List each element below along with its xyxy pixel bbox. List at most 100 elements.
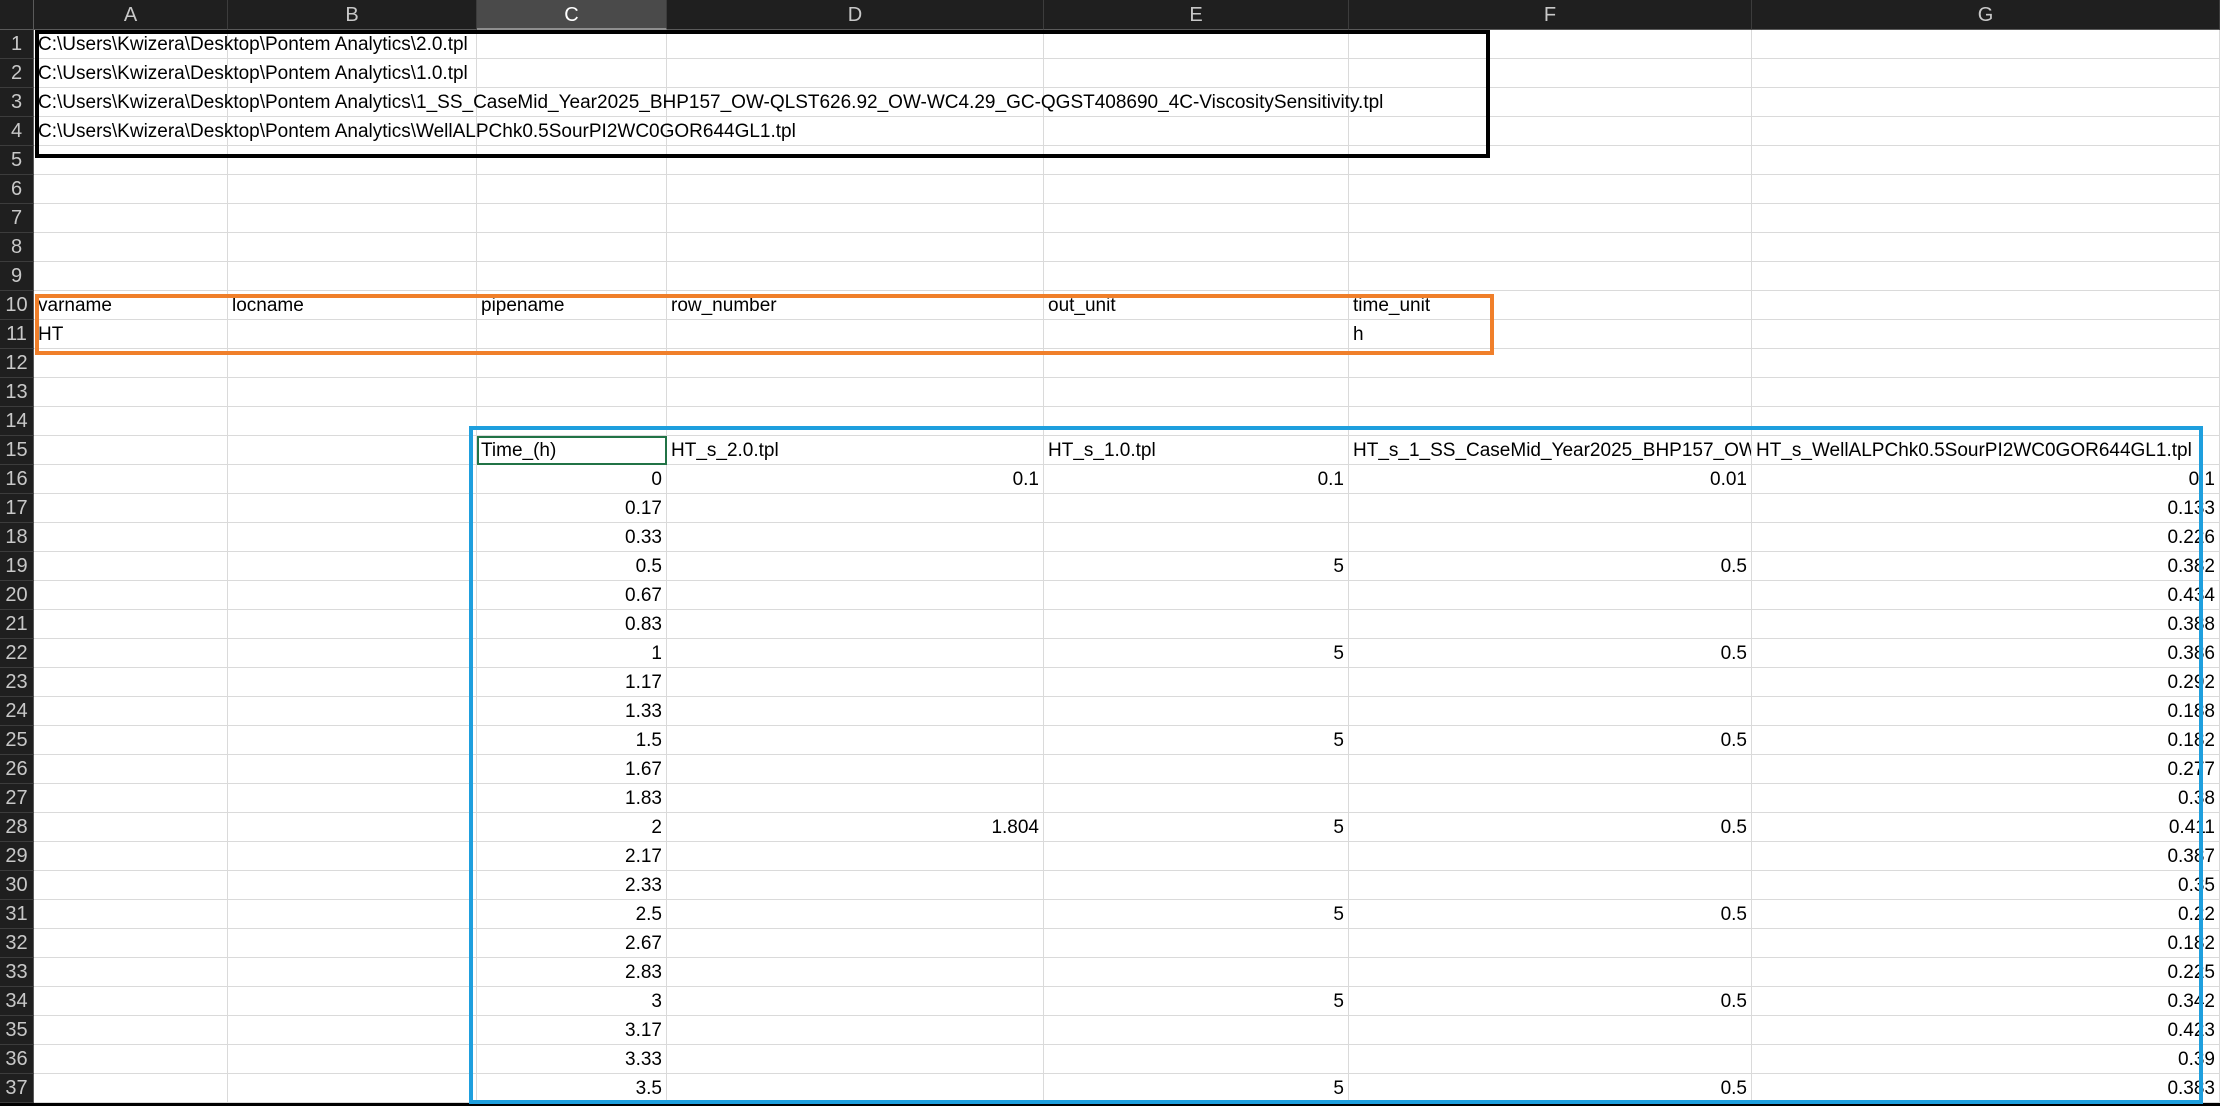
row-header-5[interactable]: 5: [0, 146, 34, 175]
cell-a36[interactable]: [34, 1045, 228, 1074]
cell-a10[interactable]: varname: [34, 291, 228, 320]
cell-c28[interactable]: 2: [477, 813, 667, 842]
row-header-23[interactable]: 23: [0, 668, 34, 697]
cell-e5[interactable]: [1044, 146, 1349, 175]
cell-d34[interactable]: [667, 987, 1044, 1016]
cell-e14[interactable]: [1044, 407, 1349, 436]
cell-f33[interactable]: [1349, 958, 1752, 987]
cell-c2[interactable]: [477, 59, 667, 88]
cell-g11[interactable]: [1752, 320, 2220, 349]
cell-g8[interactable]: [1752, 233, 2220, 262]
cell-a25[interactable]: [34, 726, 228, 755]
cell-b9[interactable]: [228, 262, 477, 291]
cell-a35[interactable]: [34, 1016, 228, 1045]
cell-c19[interactable]: 0.5: [477, 552, 667, 581]
row-header-4[interactable]: 4: [0, 117, 34, 146]
cell-g17[interactable]: 0.133: [1752, 494, 2220, 523]
cell-g15[interactable]: HT_s_WellALPChk0.5SourPI2WC0GOR644GL1.tp…: [1752, 436, 2220, 465]
cell-f14[interactable]: [1349, 407, 1752, 436]
cell-c33[interactable]: 2.83: [477, 958, 667, 987]
cell-e2[interactable]: [1044, 59, 1349, 88]
cell-d12[interactable]: [667, 349, 1044, 378]
cell-f9[interactable]: [1349, 262, 1752, 291]
cell-g25[interactable]: 0.182: [1752, 726, 2220, 755]
cell-g37[interactable]: 0.383: [1752, 1074, 2220, 1103]
cell-d24[interactable]: [667, 697, 1044, 726]
cell-g1[interactable]: [1752, 30, 2220, 59]
cell-b15[interactable]: [228, 436, 477, 465]
cell-f29[interactable]: [1349, 842, 1752, 871]
cell-a31[interactable]: [34, 900, 228, 929]
row-header-28[interactable]: 28: [0, 813, 34, 842]
column-header-c[interactable]: C: [477, 0, 667, 30]
row-header-33[interactable]: 33: [0, 958, 34, 987]
cell-b5[interactable]: [228, 146, 477, 175]
cell-f28[interactable]: 0.5: [1349, 813, 1752, 842]
cell-g29[interactable]: 0.387: [1752, 842, 2220, 871]
cell-c6[interactable]: [477, 175, 667, 204]
cell-a8[interactable]: [34, 233, 228, 262]
cell-e16[interactable]: 0.1: [1044, 465, 1349, 494]
cell-b16[interactable]: [228, 465, 477, 494]
cell-b37[interactable]: [228, 1074, 477, 1103]
row-header-25[interactable]: 25: [0, 726, 34, 755]
cell-d15[interactable]: HT_s_2.0.tpl: [667, 436, 1044, 465]
cell-e27[interactable]: [1044, 784, 1349, 813]
row-header-2[interactable]: 2: [0, 59, 34, 88]
cell-g2[interactable]: [1752, 59, 2220, 88]
cell-a27[interactable]: [34, 784, 228, 813]
cell-e32[interactable]: [1044, 929, 1349, 958]
cell-g3[interactable]: [1752, 88, 2220, 117]
cell-c29[interactable]: 2.17: [477, 842, 667, 871]
cell-d2[interactable]: [667, 59, 1044, 88]
cell-d28[interactable]: 1.804: [667, 813, 1044, 842]
cell-d23[interactable]: [667, 668, 1044, 697]
cell-c11[interactable]: [477, 320, 667, 349]
column-header-d[interactable]: D: [667, 0, 1044, 30]
cell-e18[interactable]: [1044, 523, 1349, 552]
row-header-24[interactable]: 24: [0, 697, 34, 726]
row-header-16[interactable]: 16: [0, 465, 34, 494]
cell-g34[interactable]: 0.342: [1752, 987, 2220, 1016]
row-header-18[interactable]: 18: [0, 523, 34, 552]
cell-a17[interactable]: [34, 494, 228, 523]
cell-f35[interactable]: [1349, 1016, 1752, 1045]
cell-f6[interactable]: [1349, 175, 1752, 204]
cell-b21[interactable]: [228, 610, 477, 639]
cell-c37[interactable]: 3.5: [477, 1074, 667, 1103]
cell-f5[interactable]: [1349, 146, 1752, 175]
cell-c9[interactable]: [477, 262, 667, 291]
row-header-37[interactable]: 37: [0, 1074, 34, 1103]
column-header-a[interactable]: A: [34, 0, 228, 30]
cell-d9[interactable]: [667, 262, 1044, 291]
cell-g21[interactable]: 0.388: [1752, 610, 2220, 639]
cell-g13[interactable]: [1752, 378, 2220, 407]
cell-c35[interactable]: 3.17: [477, 1016, 667, 1045]
cell-c10[interactable]: pipename: [477, 291, 667, 320]
cell-c14[interactable]: [477, 407, 667, 436]
cell-c26[interactable]: 1.67: [477, 755, 667, 784]
cell-a19[interactable]: [34, 552, 228, 581]
cell-c23[interactable]: 1.17: [477, 668, 667, 697]
cell-d27[interactable]: [667, 784, 1044, 813]
row-header-12[interactable]: 12: [0, 349, 34, 378]
cell-g6[interactable]: [1752, 175, 2220, 204]
cell-c36[interactable]: 3.33: [477, 1045, 667, 1074]
cell-g4[interactable]: [1752, 117, 2220, 146]
cell-g33[interactable]: 0.225: [1752, 958, 2220, 987]
row-header-19[interactable]: 19: [0, 552, 34, 581]
cell-a16[interactable]: [34, 465, 228, 494]
cell-a29[interactable]: [34, 842, 228, 871]
cell-c22[interactable]: 1: [477, 639, 667, 668]
cell-f7[interactable]: [1349, 204, 1752, 233]
cell-d32[interactable]: [667, 929, 1044, 958]
cell-d8[interactable]: [667, 233, 1044, 262]
cell-b33[interactable]: [228, 958, 477, 987]
cell-b22[interactable]: [228, 639, 477, 668]
cell-c21[interactable]: 0.83: [477, 610, 667, 639]
row-header-13[interactable]: 13: [0, 378, 34, 407]
cell-d33[interactable]: [667, 958, 1044, 987]
cell-g12[interactable]: [1752, 349, 2220, 378]
cell-e23[interactable]: [1044, 668, 1349, 697]
cell-b19[interactable]: [228, 552, 477, 581]
